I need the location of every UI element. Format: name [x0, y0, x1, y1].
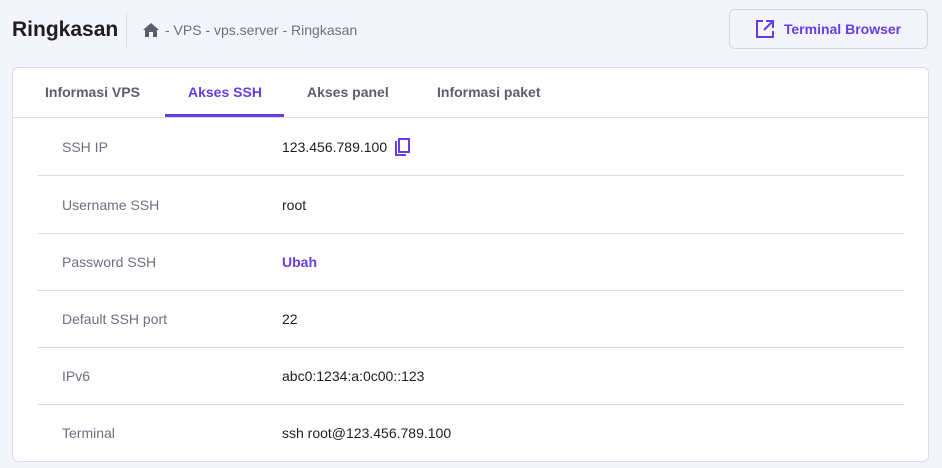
- home-icon[interactable]: [143, 23, 159, 37]
- breadcrumb-text: - VPS - vps.server - Ringkasan: [165, 22, 358, 38]
- row-ssh-ip: SSH IP 123.456.789.100: [38, 118, 904, 176]
- tab-akses-panel[interactable]: Akses panel: [307, 84, 389, 100]
- ssh-ip-value: 123.456.789.100: [282, 138, 388, 155]
- active-tab-indicator: [165, 114, 284, 117]
- row-label: Default SSH port: [62, 310, 168, 327]
- tab-informasi-vps[interactable]: Informasi VPS: [45, 84, 140, 100]
- external-link-icon: [755, 20, 774, 38]
- ssh-card: Informasi VPS Akses SSH Akses panel Info…: [12, 67, 929, 462]
- copy-icon[interactable]: [395, 137, 411, 156]
- ipv6-value: abc0:1234:a:0c00::123: [282, 367, 425, 384]
- row-terminal: Terminal ssh root@123.456.789.100: [38, 404, 904, 461]
- row-ipv6: IPv6 abc0:1234:a:0c00::123: [38, 347, 904, 405]
- row-label: Password SSH: [62, 253, 157, 270]
- tab-informasi-paket[interactable]: Informasi paket: [437, 84, 540, 100]
- page-title: Ringkasan: [12, 18, 119, 41]
- ssh-port-value: 22: [282, 310, 298, 327]
- tab-bar: Informasi VPS Akses SSH Akses panel Info…: [13, 68, 928, 118]
- row-password: Password SSH Ubah: [38, 233, 904, 291]
- tab-akses-ssh[interactable]: Akses SSH: [188, 84, 262, 100]
- terminal-browser-button[interactable]: Terminal Browser: [729, 9, 928, 49]
- terminal-command-value: ssh root@123.456.789.100: [282, 424, 452, 441]
- row-label: SSH IP: [62, 138, 108, 155]
- row-username: Username SSH root: [38, 176, 904, 234]
- row-ssh-port: Default SSH port 22: [38, 290, 904, 348]
- breadcrumb: - VPS - vps.server - Ringkasan: [143, 22, 357, 38]
- terminal-browser-label: Terminal Browser: [783, 21, 902, 37]
- change-password-link[interactable]: Ubah: [282, 254, 317, 270]
- row-label: Terminal: [62, 424, 115, 441]
- row-label: Username SSH: [62, 196, 160, 213]
- username-value: root: [282, 196, 307, 213]
- divider: [126, 13, 127, 47]
- row-label: IPv6: [62, 367, 91, 384]
